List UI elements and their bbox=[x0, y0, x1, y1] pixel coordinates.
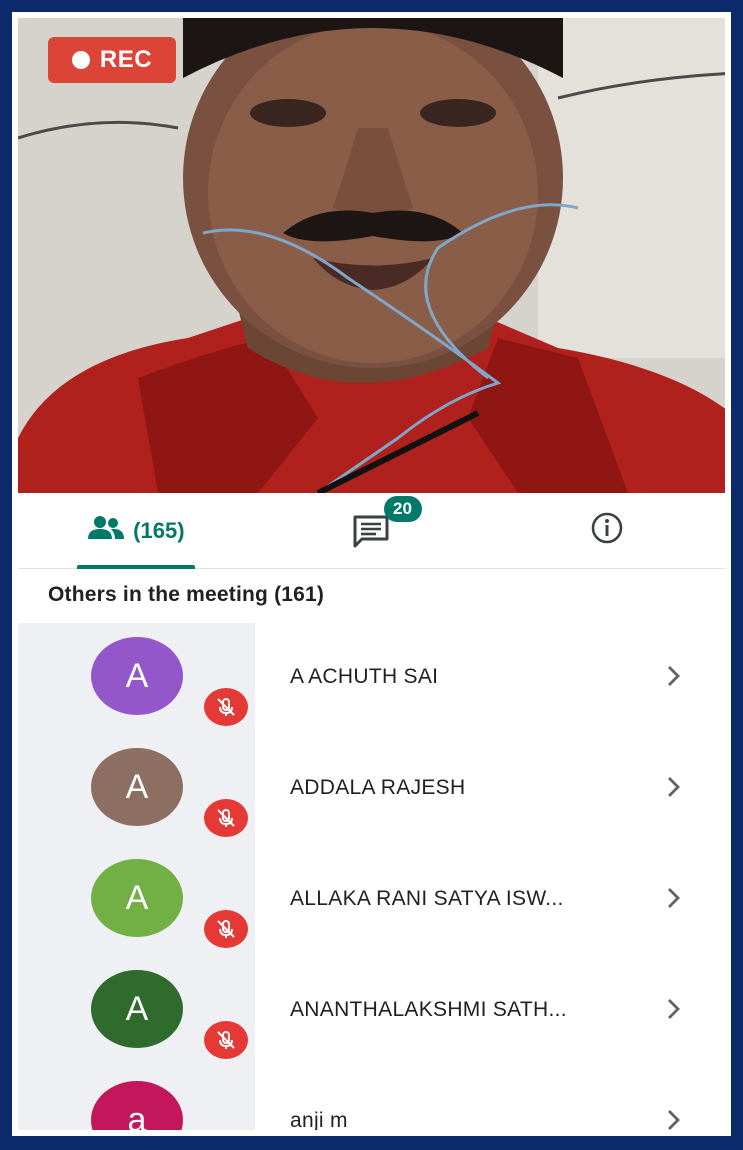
chevron-right-icon bbox=[664, 1107, 684, 1130]
participant-name: anji m bbox=[290, 1109, 348, 1130]
participant-list[interactable]: A A ACHUTH SAI A ADDALA RAJESH A ALLAKA … bbox=[18, 623, 725, 1130]
participant-name: ADDALA RAJESH bbox=[290, 776, 466, 799]
people-icon bbox=[87, 515, 125, 547]
mic-off-icon bbox=[204, 688, 248, 726]
avatar: A bbox=[91, 970, 183, 1048]
outer-frame: REC (165) 20 Others in the meeting (161)… bbox=[0, 0, 743, 1150]
list-item[interactable]: A ANANTHALAKSHMI SATH... bbox=[18, 956, 725, 1067]
chevron-right-icon bbox=[664, 885, 684, 911]
chevron-right-icon bbox=[664, 774, 684, 800]
info-icon bbox=[590, 511, 624, 550]
panel-tabs: (165) 20 bbox=[18, 493, 725, 569]
speaker-video[interactable]: REC bbox=[18, 18, 725, 493]
mic-off-icon bbox=[204, 799, 248, 837]
avatar: A bbox=[91, 859, 183, 937]
tab-chat[interactable]: 20 bbox=[254, 493, 490, 568]
chevron-right-icon bbox=[664, 663, 684, 689]
frame-inner: REC (165) 20 Others in the meeting (161)… bbox=[12, 12, 731, 1136]
tab-info[interactable] bbox=[489, 493, 725, 568]
people-count: (165) bbox=[133, 517, 185, 543]
list-item[interactable]: a anji m bbox=[18, 1067, 725, 1130]
mic-off-icon bbox=[204, 1021, 248, 1059]
avatar: A bbox=[91, 637, 183, 715]
recording-label: REC bbox=[99, 46, 153, 73]
participant-name: A ACHUTH SAI bbox=[290, 665, 439, 688]
avatar: A bbox=[91, 748, 183, 826]
tab-active-indicator bbox=[76, 565, 195, 569]
meeting-screen: REC (165) 20 Others in the meeting (161)… bbox=[18, 18, 725, 1130]
chat-unread-badge: 20 bbox=[383, 495, 422, 522]
video-frame-illustration bbox=[18, 18, 725, 493]
mic-off-icon bbox=[204, 910, 248, 948]
section-heading: Others in the meeting (161) bbox=[48, 583, 325, 606]
tab-people[interactable]: (165) bbox=[18, 493, 254, 569]
list-item[interactable]: A ALLAKA RANI SATYA ISW... bbox=[18, 845, 725, 956]
recording-badge: REC bbox=[48, 37, 176, 83]
list-item[interactable]: A ADDALA RAJESH bbox=[18, 734, 725, 845]
participant-name: ANANTHALAKSHMI SATH... bbox=[290, 998, 567, 1021]
record-dot-icon bbox=[71, 51, 90, 69]
participant-name: ALLAKA RANI SATYA ISW... bbox=[290, 887, 564, 910]
chevron-right-icon bbox=[664, 996, 684, 1022]
avatar: a bbox=[91, 1081, 183, 1130]
list-item[interactable]: A A ACHUTH SAI bbox=[18, 623, 725, 734]
chat-icon bbox=[352, 515, 390, 552]
